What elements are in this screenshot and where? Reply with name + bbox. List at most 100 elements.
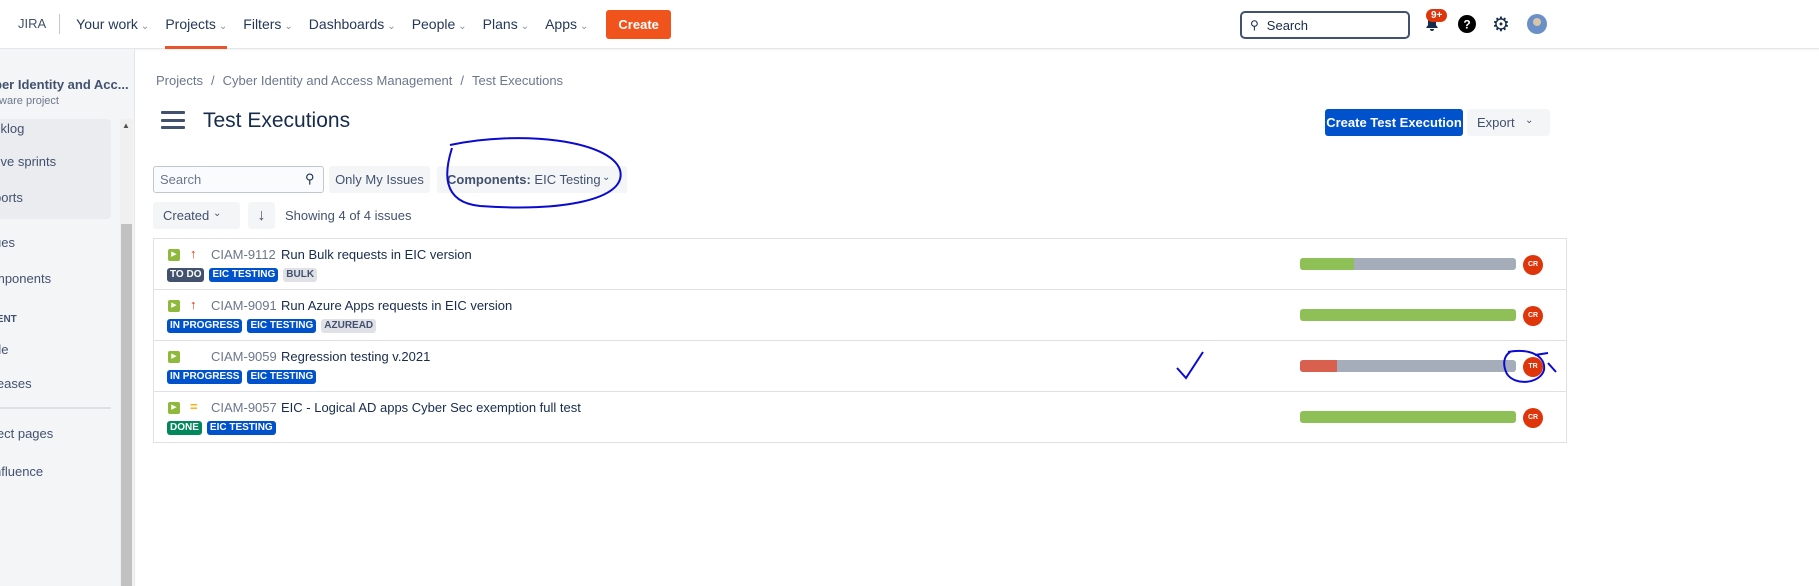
issue-key[interactable]: CIAM-9059	[211, 349, 277, 364]
sidebar-item-releases[interactable]: leases	[0, 376, 32, 391]
issue-lozenges: TO DO EIC TESTING BULK	[167, 268, 318, 282]
export-button[interactable]: Export ⌄	[1467, 109, 1550, 136]
page-title: Test Executions	[203, 109, 351, 132]
search-icon: ⚲	[1250, 18, 1259, 32]
assignee-avatar[interactable]: TR	[1523, 357, 1543, 377]
sidebar-divider	[0, 407, 111, 409]
breadcrumb: Projects / Cyber Identity and Access Manag…	[156, 73, 564, 88]
assignee-avatar[interactable]: CR	[1523, 306, 1543, 326]
progress-pass	[1300, 309, 1516, 321]
create-button[interactable]: Create	[606, 9, 671, 39]
sidebar-scrollbar-thumb[interactable]	[121, 224, 132, 586]
search-icon: ⚲	[305, 171, 315, 186]
issue-row[interactable]: ▶ ↑ CIAM-9112 Run Bulk requests in EIC v…	[154, 239, 1566, 290]
nav-item-dashboards[interactable]: Dashboards ⌄	[309, 0, 396, 49]
status-lozenge: IN PROGRESS	[167, 370, 243, 384]
nav-item-your-work[interactable]: Your work ⌄	[76, 0, 149, 49]
status-lozenge: IN PROGRESS	[167, 319, 243, 333]
issue-search-input[interactable]	[153, 166, 324, 193]
breadcrumb-test-executions[interactable]: Test Executions	[472, 73, 563, 88]
status-lozenge: TO DO	[167, 268, 205, 282]
notifications-badge: 9+	[1426, 9, 1448, 22]
test-execution-type-icon: ▶	[168, 402, 180, 414]
test-progress-bar	[1300, 258, 1516, 270]
help-icon[interactable]: ?	[1457, 14, 1477, 34]
sidebar-item-components[interactable]: mponents	[0, 271, 51, 286]
nav-item-plans[interactable]: Plans ⌄	[483, 0, 529, 49]
status-lozenge: BULK	[283, 268, 318, 282]
issue-key[interactable]: CIAM-9057	[211, 400, 277, 415]
sidebar-item-backlog[interactable]: cklog	[0, 121, 24, 136]
breadcrumb-projects[interactable]: Projects	[156, 73, 203, 88]
chevron-down-icon: ⌄	[387, 20, 396, 32]
nav-item-apps[interactable]: Apps ⌄	[545, 0, 588, 49]
nav-item-filters[interactable]: Filters ⌄	[243, 0, 293, 49]
chevron-down-icon: ⌄	[520, 20, 530, 32]
issue-count: Showing 4 of 4 issues	[285, 208, 412, 223]
chevron-down-icon: ⌄	[580, 20, 589, 32]
priority-high-icon: ↑	[190, 246, 197, 261]
nav-item-projects[interactable]: Projects ⌄	[165, 0, 227, 49]
nav-item-people[interactable]: People ⌄	[412, 0, 467, 49]
status-lozenge: EIC TESTING	[206, 421, 276, 435]
menu-icon[interactable]	[161, 111, 185, 129]
project-sidebar: ber Identity and Acc... tware project ck…	[0, 49, 135, 586]
chevron-down-icon: ⌄	[218, 20, 228, 32]
issue-list: ▶ ↑ CIAM-9112 Run Bulk requests in EIC v…	[153, 238, 1567, 443]
project-type: tware project	[0, 95, 59, 107]
jira-logo[interactable]: JIRA	[18, 14, 61, 34]
only-my-issues-button[interactable]: Only My Issues	[329, 166, 430, 193]
sidebar-item-issues[interactable]: ues	[0, 235, 15, 250]
scroll-up-arrow-icon[interactable]: ▲	[122, 121, 130, 130]
chevron-down-icon: ⌄	[602, 172, 611, 183]
progress-pass	[1300, 258, 1354, 270]
breadcrumb-project[interactable]: Cyber Identity and Access Management	[223, 73, 453, 88]
issue-key[interactable]: CIAM-9112	[211, 247, 276, 262]
progress-fail	[1300, 360, 1337, 372]
assignee-avatar[interactable]: CR	[1523, 408, 1543, 428]
issue-lozenges: DONE EIC TESTING	[167, 421, 276, 435]
sort-direction-button[interactable]: ↓	[248, 202, 275, 229]
project-name[interactable]: ber Identity and Acc...	[0, 77, 129, 92]
issue-summary[interactable]: Run Bulk requests in EIC version	[281, 247, 472, 262]
test-execution-type-icon: ▶	[168, 351, 180, 363]
sidebar-item-confluence[interactable]: nfluence	[0, 464, 43, 479]
issue-row[interactable]: ▶ CIAM-9059 Regression testing v.2021 IN…	[154, 341, 1566, 392]
issue-lozenges: IN PROGRESS EIC TESTING	[167, 370, 317, 384]
sidebar-item-reports[interactable]: ports	[0, 190, 23, 205]
test-progress-bar	[1300, 309, 1516, 321]
global-search-input[interactable]: ⚲ Search	[1240, 11, 1410, 39]
status-lozenge: AZUREAD	[321, 319, 377, 333]
status-lozenge: EIC TESTING	[247, 370, 317, 384]
issue-row[interactable]: ▶ ↑ CIAM-9091 Run Azure Apps requests in…	[154, 290, 1566, 341]
sort-field-dropdown[interactable]: Created ⌄	[153, 202, 240, 229]
user-avatar[interactable]	[1527, 14, 1547, 34]
settings-gear-icon[interactable]: ⚙	[1491, 14, 1511, 36]
issue-summary[interactable]: EIC - Logical AD apps Cyber Sec exemptio…	[281, 400, 581, 415]
test-execution-type-icon: ▶	[168, 300, 180, 312]
priority-high-icon: ↑	[190, 297, 197, 312]
components-filter-dropdown[interactable]: Components: EIC Testing ⌄	[437, 166, 627, 193]
chevron-down-icon: ⌄	[458, 20, 467, 32]
chevron-down-icon: ⌄	[1525, 115, 1534, 126]
chevron-down-icon: ⌄	[284, 20, 293, 32]
arrow-down-icon: ↓	[257, 206, 266, 224]
issue-summary[interactable]: Run Azure Apps requests in EIC version	[281, 298, 512, 313]
chevron-down-icon: ⌄	[213, 208, 222, 219]
issue-lozenges: IN PROGRESS EIC TESTING AZUREAD	[167, 319, 377, 333]
priority-medium-icon: =	[190, 399, 198, 414]
assignee-avatar[interactable]: CR	[1523, 255, 1543, 275]
sidebar-item-project-pages[interactable]: ject pages	[0, 426, 53, 441]
status-lozenge: EIC TESTING	[209, 268, 279, 282]
sidebar-section-development: IENT	[0, 314, 17, 325]
progress-pass	[1300, 411, 1516, 423]
sidebar-item-active-sprints[interactable]: tive sprints	[0, 154, 56, 169]
test-progress-bar	[1300, 411, 1516, 423]
issue-key[interactable]: CIAM-9091	[211, 298, 277, 313]
issue-row[interactable]: ▶ = CIAM-9057 EIC - Logical AD apps Cybe…	[154, 392, 1566, 443]
sidebar-item-code[interactable]: de	[0, 342, 8, 357]
status-lozenge: EIC TESTING	[247, 319, 317, 333]
issue-summary[interactable]: Regression testing v.2021	[281, 349, 430, 364]
status-lozenge: DONE	[167, 421, 202, 435]
create-test-execution-button[interactable]: Create Test Execution	[1325, 109, 1463, 136]
